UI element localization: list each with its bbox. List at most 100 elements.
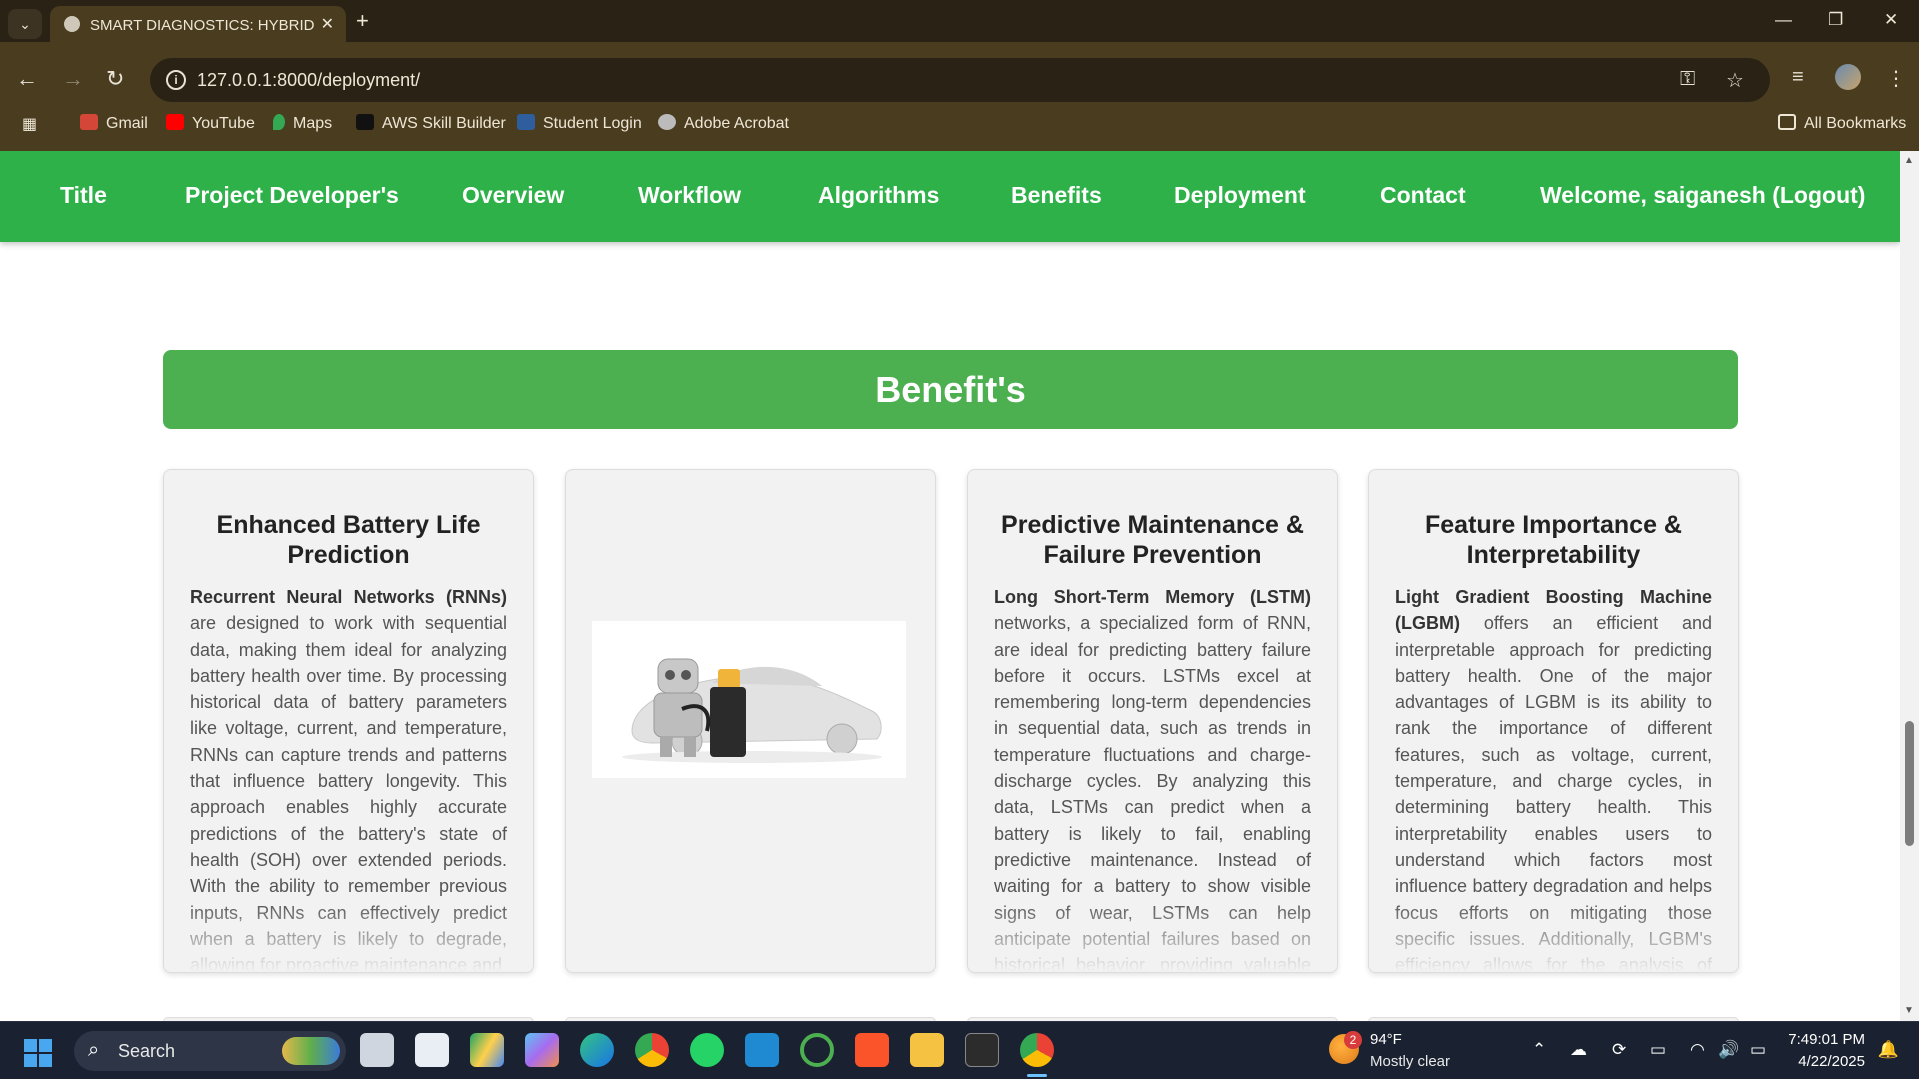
whatsapp-icon[interactable] xyxy=(690,1033,724,1067)
search-label: Search xyxy=(118,1041,176,1061)
microsoft-store-icon[interactable] xyxy=(415,1033,449,1067)
taskbar-search[interactable]: ⌕ Search xyxy=(74,1031,346,1071)
bookmark-youtube[interactable]: YouTube xyxy=(166,114,255,133)
card-title: Predictive Maintenance & Failure Prevent… xyxy=(1001,511,1304,569)
minimize-button[interactable]: — xyxy=(1775,10,1792,30)
nav-algorithms[interactable]: Algorithms xyxy=(818,182,939,209)
nav-contact[interactable]: Contact xyxy=(1380,182,1466,209)
star-icon[interactable]: ☆ xyxy=(1726,68,1744,93)
chrome-active-icon[interactable] xyxy=(1020,1033,1054,1067)
folder-icon xyxy=(1778,114,1796,130)
display-icon[interactable]: ▭ xyxy=(1650,1040,1666,1060)
benefits-heading: Benefit's xyxy=(163,350,1738,429)
card-title: Feature Importance & Interpretability xyxy=(1424,511,1682,569)
nav-title[interactable]: Title xyxy=(60,182,107,209)
all-bookmarks[interactable]: All Bookmarks xyxy=(1778,114,1906,133)
page-viewport: Title Project Developer's Overview Workf… xyxy=(0,151,1919,1021)
chrome-icon[interactable] xyxy=(635,1033,669,1067)
menu-icon[interactable]: ⋮ xyxy=(1886,66,1906,91)
scroll-thumb[interactable] xyxy=(1905,721,1914,846)
nav-welcome-logout[interactable]: Welcome, saiganesh (Logout) xyxy=(1540,182,1865,209)
brave-icon[interactable] xyxy=(855,1033,889,1067)
tab-search-button[interactable]: ⌄ xyxy=(8,9,42,39)
gmail-icon xyxy=(80,114,98,130)
battery-icon[interactable]: ▭ xyxy=(1750,1040,1766,1060)
sync-icon[interactable]: ⟳ xyxy=(1612,1040,1626,1060)
scroll-up-icon[interactable]: ▲ xyxy=(1904,155,1914,166)
new-tab-button[interactable]: + xyxy=(356,10,369,32)
terminal-icon[interactable] xyxy=(965,1033,999,1067)
search-highlight-icon xyxy=(282,1037,340,1065)
windows-start-icon[interactable] xyxy=(24,1039,52,1067)
benefit-card-lgbm: Feature Importance & Interpretability Li… xyxy=(1368,469,1739,973)
copilot-icon[interactable] xyxy=(525,1033,559,1067)
bookmark-adobe-acrobat[interactable]: Adobe Acrobat xyxy=(658,114,789,133)
text-fade xyxy=(164,902,533,972)
google-drive-icon[interactable] xyxy=(470,1033,504,1067)
chevron-up-icon[interactable]: ⌃ xyxy=(1532,1040,1546,1060)
browser-tab[interactable]: SMART DIAGNOSTICS: HYBRID ✕ xyxy=(50,6,346,42)
apps-icon[interactable]: ▦ xyxy=(22,114,37,134)
notification-bell-icon[interactable]: 🔔 xyxy=(1878,1040,1899,1060)
back-icon[interactable]: ← xyxy=(16,66,38,92)
browser-tabbar: ⌄ SMART DIAGNOSTICS: HYBRID ✕ + — ❐ ✕ xyxy=(0,0,1919,42)
profile-avatar[interactable] xyxy=(1835,64,1861,90)
scroll-down-icon[interactable]: ▼ xyxy=(1904,1005,1914,1016)
nav-deployment[interactable]: Deployment xyxy=(1174,182,1306,209)
bookmark-gmail[interactable]: Gmail xyxy=(80,114,148,133)
active-app-indicator xyxy=(1027,1074,1047,1077)
clock-time[interactable]: 7:49:01 PM xyxy=(1788,1031,1865,1048)
app-ring-icon[interactable] xyxy=(800,1033,834,1067)
bookmark-student-login[interactable]: Student Login xyxy=(517,114,642,133)
vscode-icon[interactable] xyxy=(745,1033,779,1067)
nav-benefits[interactable]: Benefits xyxy=(1011,182,1102,209)
nav-project-developers[interactable]: Project Developer's xyxy=(185,182,399,209)
key-icon[interactable]: ⚿ xyxy=(1680,68,1695,91)
site-navbar: Title Project Developer's Overview Workf… xyxy=(0,151,1900,242)
aws-icon xyxy=(356,114,374,130)
benefit-card-rnn: Enhanced Battery Life Prediction Recurre… xyxy=(163,469,534,973)
weather-badge: 2 xyxy=(1344,1031,1362,1049)
card-lead: Long Short-Term Memory (LSTM) xyxy=(994,587,1311,607)
edge-icon[interactable] xyxy=(580,1033,614,1067)
bookmarks-bar: ▦ Gmail YouTube Maps AWS Skill Builder S… xyxy=(0,104,1919,144)
globe-icon xyxy=(658,114,676,130)
close-window-button[interactable]: ✕ xyxy=(1884,10,1898,30)
clock-date[interactable]: 4/22/2025 xyxy=(1798,1053,1865,1070)
youtube-icon xyxy=(166,114,184,130)
weather-temperature[interactable]: 94°F xyxy=(1370,1031,1402,1048)
bookmark-aws[interactable]: AWS Skill Builder xyxy=(356,114,506,133)
close-tab-icon[interactable]: ✕ xyxy=(321,14,334,34)
browser-toolbar: ← → ↻ i 127.0.0.1:8000/deployment/ ⚿ ☆ ≡… xyxy=(0,42,1919,158)
weather-description[interactable]: Mostly clear xyxy=(1370,1053,1450,1070)
text-fade xyxy=(968,902,1337,972)
volume-icon[interactable]: 🔊 xyxy=(1718,1040,1739,1060)
bookmark-maps[interactable]: Maps xyxy=(273,114,332,133)
site-info-icon[interactable]: i xyxy=(166,70,186,90)
address-bar[interactable]: i 127.0.0.1:8000/deployment/ ⚿ ☆ xyxy=(150,58,1770,102)
student-login-icon xyxy=(517,114,535,130)
maps-icon xyxy=(273,114,285,130)
card-title: Enhanced Battery Life Prediction xyxy=(216,511,481,569)
search-icon: ⌕ xyxy=(88,1039,100,1061)
nav-workflow[interactable]: Workflow xyxy=(638,182,741,209)
page-scrollbar[interactable]: ▲ ▼ xyxy=(1900,151,1919,1021)
cloud-icon[interactable]: ☁ xyxy=(1570,1040,1587,1060)
robot-battery-car-image xyxy=(592,621,906,778)
benefit-card-image xyxy=(565,469,936,973)
globe-icon xyxy=(64,16,80,32)
forward-icon[interactable]: → xyxy=(62,66,84,92)
tab-title: SMART DIAGNOSTICS: HYBRID xyxy=(90,17,315,34)
card-lead: Recurrent Neural Networks (RNNs) xyxy=(190,587,507,607)
file-explorer-icon[interactable] xyxy=(910,1033,944,1067)
reload-icon[interactable]: ↻ xyxy=(106,66,124,92)
task-view-icon[interactable] xyxy=(360,1033,394,1067)
wifi-icon[interactable]: ◠ xyxy=(1690,1040,1705,1060)
media-icon[interactable]: ≡ xyxy=(1792,66,1804,89)
nav-overview[interactable]: Overview xyxy=(462,182,564,209)
url-text[interactable]: 127.0.0.1:8000/deployment/ xyxy=(197,70,420,91)
text-fade xyxy=(1369,902,1738,972)
windows-taskbar: ⌕ Search 2 94°F Mostly clear ⌃ ☁ ⟳ ▭ ◠ 🔊… xyxy=(0,1021,1919,1079)
restore-button[interactable]: ❐ xyxy=(1828,10,1843,30)
benefit-card-lstm: Predictive Maintenance & Failure Prevent… xyxy=(967,469,1338,973)
